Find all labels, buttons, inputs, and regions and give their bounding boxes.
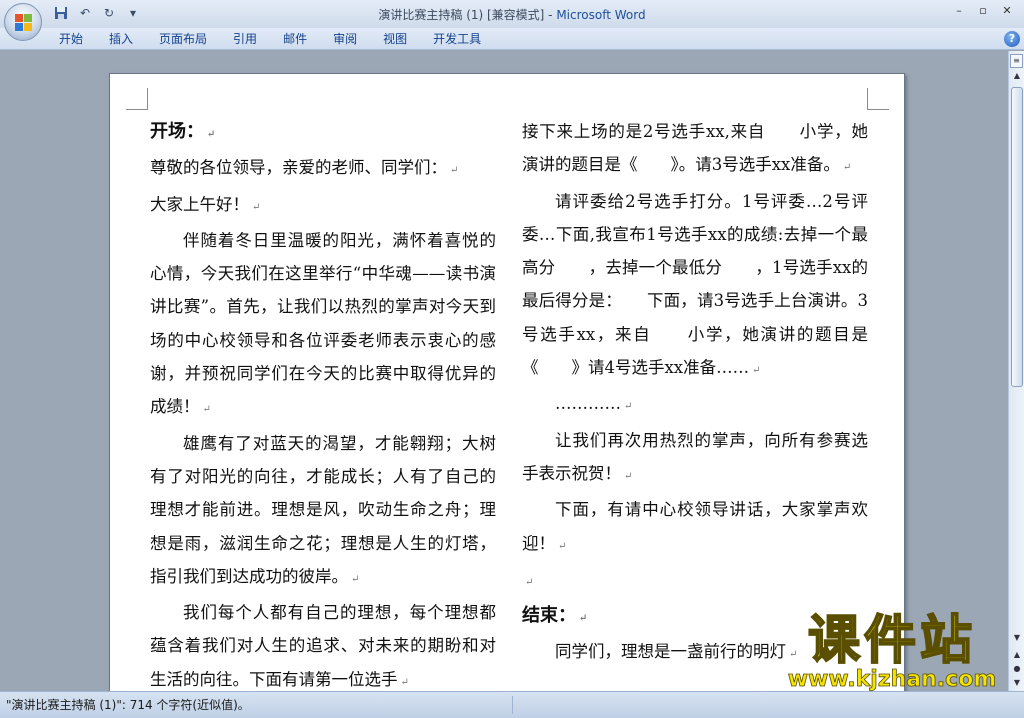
- status-bar: "演讲比赛主持稿 (1)": 714 个字符(近似值)。: [0, 691, 1024, 718]
- paragraph-empty: [522, 563, 868, 599]
- tab-insert[interactable]: 插入: [96, 28, 146, 50]
- paragraph-scoring: 请评委给2号选手打分。1号评委…2号评委…下面,我宣布1号选手xx的成绩:去掉一…: [522, 185, 868, 388]
- paragraph-applause: 让我们再次用热烈的掌声，向所有参赛选手表示祝贺！: [522, 424, 868, 494]
- paragraph-intro: 伴随着冬日里温暖的阳光，满怀着喜悦的心情，今天我们在这里举行“中华魂——读书演讲…: [150, 224, 496, 427]
- window-title-document: 演讲比赛主持稿 (1) [兼容模式] -: [378, 8, 557, 22]
- heading-opening: 开场：: [150, 115, 496, 151]
- title-bar: ↶ ↻ ▾ 演讲比赛主持稿 (1) [兼容模式] - Microsoft Wor…: [0, 0, 1024, 28]
- scroll-thumb[interactable]: [1011, 87, 1023, 387]
- office-logo-icon: [15, 14, 33, 32]
- tab-home[interactable]: 开始: [46, 28, 96, 50]
- next-page-button[interactable]: ▼: [1010, 677, 1024, 689]
- tab-references[interactable]: 引用: [220, 28, 270, 50]
- scroll-down-button[interactable]: ▼: [1010, 631, 1024, 645]
- tab-view[interactable]: 视图: [370, 28, 420, 50]
- minimize-button[interactable]: –: [948, 2, 970, 20]
- close-button[interactable]: ✕: [996, 2, 1018, 20]
- paragraph-ellipsis: …………: [522, 387, 868, 423]
- crop-mark-top-left: [126, 88, 148, 110]
- window-title: 演讲比赛主持稿 (1) [兼容模式] - Microsoft Word: [0, 6, 1024, 23]
- text-column-left[interactable]: 开场： 尊敬的各位领导，亲爱的老师、同学们： 大家上午好！ 伴随着冬日里温暖的阳…: [150, 115, 496, 691]
- paragraph-first-contestant: 我们每个人都有自己的理想，每个理想都蕴含着我们对人生的追求、对未来的期盼和对生活…: [150, 596, 496, 691]
- status-word-count[interactable]: "演讲比赛主持稿 (1)": 714 个字符(近似值)。: [6, 696, 250, 713]
- ribbon-tabs: 开始 插入 页面布局 引用 邮件 审阅 视图 开发工具: [46, 28, 494, 50]
- document-page[interactable]: 开场： 尊敬的各位领导，亲爱的老师、同学们： 大家上午好！ 伴随着冬日里温暖的阳…: [109, 73, 905, 691]
- window-title-app: Microsoft Word: [556, 8, 646, 22]
- tab-review[interactable]: 审阅: [320, 28, 370, 50]
- crop-mark-top-right: [867, 88, 889, 110]
- document-workspace: 开场： 尊敬的各位领导，亲爱的老师、同学们： 大家上午好！ 伴随着冬日里温暖的阳…: [0, 51, 1008, 691]
- paragraph-leader-speech: 下面，有请中心校领导讲话，大家掌声欢迎！: [522, 493, 868, 563]
- select-browse-object-button[interactable]: ●: [1010, 663, 1024, 675]
- previous-page-button[interactable]: ▲: [1010, 649, 1024, 661]
- status-separator: [512, 696, 513, 714]
- restore-button[interactable]: ▫: [972, 2, 994, 20]
- watermark-url: www.kjzhan.com: [787, 667, 997, 692]
- tab-page-layout[interactable]: 页面布局: [146, 28, 220, 50]
- ribbon-tab-bar: 开始 插入 页面布局 引用 邮件 审阅 视图 开发工具 ?: [0, 28, 1024, 50]
- text-column-right[interactable]: 接下来上场的是2号选手xx,来自 小学，她演讲的题目是《 》。请3号选手xx准备…: [522, 115, 868, 672]
- paragraph-ideals: 雄鹰有了对蓝天的渴望，才能翱翔；大树有了对阳光的向往，才能成长；人有了自己的理想…: [150, 427, 496, 596]
- ruler-icon[interactable]: ≡: [1010, 54, 1023, 68]
- tab-mailings[interactable]: 邮件: [270, 28, 320, 50]
- help-button[interactable]: ?: [1004, 31, 1020, 47]
- scroll-up-button[interactable]: ▲: [1010, 69, 1024, 83]
- paragraph-good-morning: 大家上午好！: [150, 188, 496, 224]
- vertical-scrollbar[interactable]: ≡ ▲ ▼ ▲ ● ▼: [1008, 51, 1024, 691]
- tab-developer[interactable]: 开发工具: [420, 28, 494, 50]
- paragraph-contestant-2: 接下来上场的是2号选手xx,来自 小学，她演讲的题目是《 》。请3号选手xx准备…: [522, 115, 868, 185]
- window-controls: – ▫ ✕: [948, 2, 1018, 20]
- office-button[interactable]: [4, 3, 42, 41]
- paragraph-greeting: 尊敬的各位领导，亲爱的老师、同学们：: [150, 151, 496, 187]
- watermark-title: 课件站: [807, 611, 976, 671]
- watermark: 课件站 www.kjzhan.com: [772, 611, 1012, 692]
